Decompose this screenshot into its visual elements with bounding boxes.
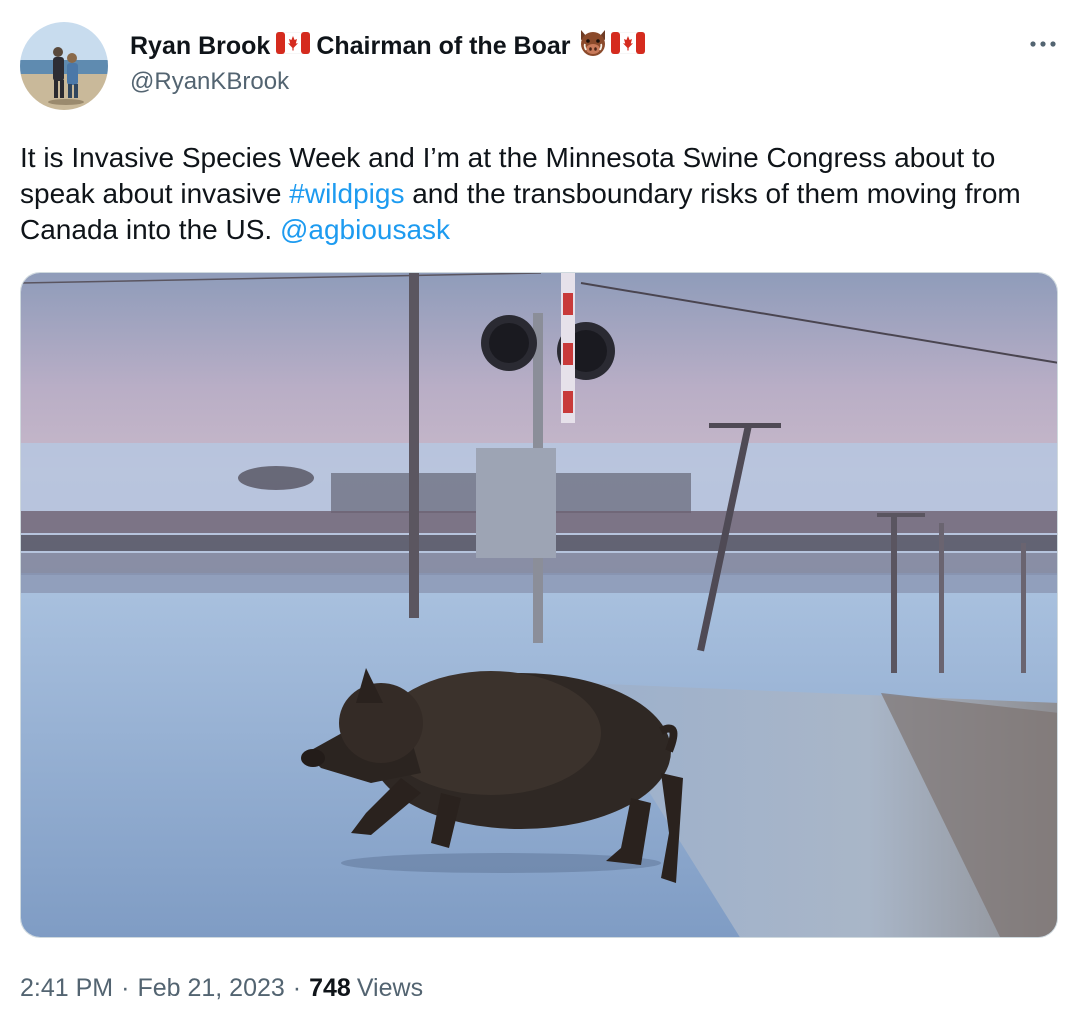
mention-link[interactable]: @agbiousask xyxy=(280,214,450,245)
views-count: 748 xyxy=(309,973,351,1002)
meta-separator: · xyxy=(292,973,302,1002)
author-handle[interactable]: @RyanKBrook xyxy=(130,68,289,96)
wild-boar-photo xyxy=(21,273,1057,937)
author-name[interactable]: Ryan Brook xyxy=(130,32,270,61)
canada-flag-icon xyxy=(276,31,311,61)
tweet-time[interactable]: 2:41 PM xyxy=(20,974,113,1003)
author-title[interactable]: Chairman of the Boar xyxy=(316,32,570,61)
tweet-text: It is Invasive Species Week and I’m at t… xyxy=(20,140,1060,248)
views-label: Views xyxy=(356,973,424,1002)
avatar-photo xyxy=(20,22,108,110)
tweet-photo[interactable] xyxy=(20,272,1058,938)
tweet: Ryan Brook Chairman of the Boar @RyanKBr… xyxy=(0,0,1080,1018)
more-options-icon[interactable] xyxy=(1028,34,1058,54)
tweet-date[interactable]: Feb 21, 2023 xyxy=(137,974,284,1003)
author-name-row[interactable]: Ryan Brook Chairman of the Boar xyxy=(130,28,651,65)
avatar[interactable] xyxy=(20,22,108,110)
boar-face-icon xyxy=(577,28,609,65)
hashtag-link[interactable]: #wildpigs xyxy=(289,178,404,209)
canada-flag-icon xyxy=(610,31,645,61)
tweet-meta: 2:41 PM · Feb 21, 2023 · 748 Views xyxy=(20,970,423,1006)
meta-separator: · xyxy=(121,973,130,1002)
